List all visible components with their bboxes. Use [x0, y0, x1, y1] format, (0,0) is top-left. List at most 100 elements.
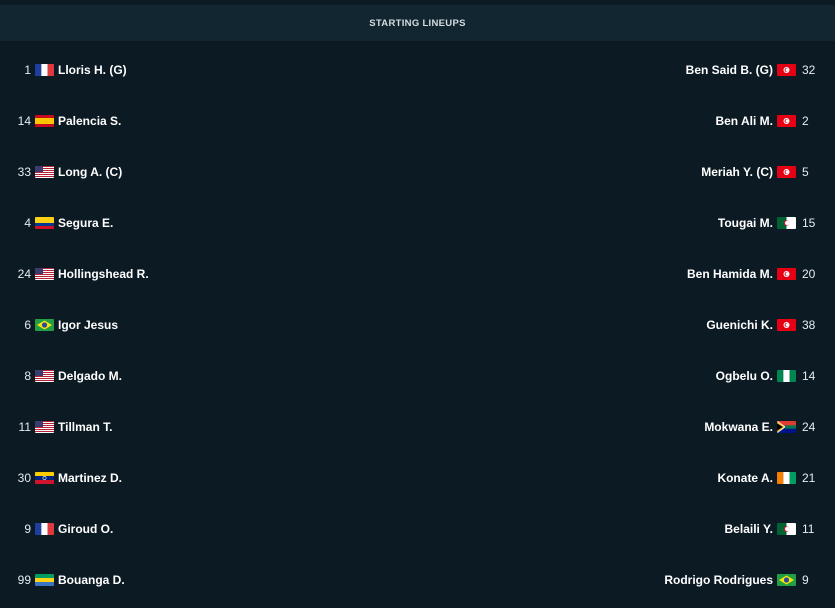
away-player[interactable]: Meriah Y. (C) 5	[701, 165, 835, 179]
home-player[interactable]: 33 Long A. (C)	[0, 165, 122, 179]
player-number: 1	[0, 63, 31, 77]
away-player[interactable]: Ben Hamida M. 20	[687, 267, 835, 281]
player-name: Martinez D.	[58, 471, 122, 485]
lineup-row: 4 Segura E. Tougai M. 15	[0, 197, 835, 248]
player-number: 20	[802, 267, 816, 281]
player-name: Palencia S.	[58, 114, 121, 128]
player-name: Bouanga D.	[58, 573, 125, 587]
lineup-rows: 1 Lloris H. (G) Ben Said B. (G) 32 14 Pa…	[0, 44, 835, 605]
player-name: Igor Jesus	[58, 318, 118, 332]
nigeria-flag-icon	[777, 370, 796, 382]
lineup-row: 33 Long A. (C) Meriah Y. (C) 5	[0, 146, 835, 197]
lineup-row: 99 Bouanga D. Rodrigo Rodrigues 9	[0, 554, 835, 605]
tunisia-flag-icon	[777, 115, 796, 127]
home-player[interactable]: 1 Lloris H. (G)	[0, 63, 127, 77]
starting-lineups-panel: STARTING LINEUPS 1 Lloris H. (G) Ben Sai…	[0, 5, 835, 608]
home-player[interactable]: 30 Martinez D.	[0, 471, 122, 485]
player-number: 9	[0, 522, 31, 536]
lineup-row: 6 Igor Jesus Guenichi K. 38	[0, 299, 835, 350]
lineup-row: 30 Martinez D. Konate A. 21	[0, 452, 835, 503]
away-player[interactable]: Konate A. 21	[717, 471, 835, 485]
away-player[interactable]: Mokwana E. 24	[704, 420, 835, 434]
spain-flag-icon	[35, 115, 54, 127]
lineup-row: 9 Giroud O. Belaili Y. 11	[0, 503, 835, 554]
player-name: Hollingshead R.	[58, 267, 149, 281]
away-player[interactable]: Ogbelu O. 14	[716, 369, 835, 383]
algeria-flag-icon	[777, 217, 796, 229]
home-player[interactable]: 14 Palencia S.	[0, 114, 121, 128]
home-player[interactable]: 99 Bouanga D.	[0, 573, 125, 587]
player-name: Tougai M.	[718, 216, 773, 230]
player-number: 30	[0, 471, 31, 485]
brazil-flag-icon	[777, 574, 796, 586]
player-number: 9	[802, 573, 816, 587]
usa-flag-icon	[35, 421, 54, 433]
player-number: 33	[0, 165, 31, 179]
player-name: Ben Hamida M.	[687, 267, 773, 281]
lineup-row: 24 Hollingshead R. Ben Hamida M. 20	[0, 248, 835, 299]
away-player[interactable]: Belaili Y. 11	[725, 522, 835, 536]
home-player[interactable]: 4 Segura E.	[0, 216, 113, 230]
algeria-flag-icon	[777, 523, 796, 535]
home-player[interactable]: 6 Igor Jesus	[0, 318, 118, 332]
south-africa-flag-icon	[777, 421, 796, 433]
player-name: Meriah Y. (C)	[701, 165, 773, 179]
player-name: Konate A.	[717, 471, 773, 485]
player-number: 32	[802, 63, 816, 77]
player-number: 4	[0, 216, 31, 230]
home-player[interactable]: 8 Delgado M.	[0, 369, 122, 383]
away-player[interactable]: Ben Said B. (G) 32	[686, 63, 835, 77]
away-player[interactable]: Ben Ali M. 2	[715, 114, 835, 128]
player-name: Ben Ali M.	[715, 114, 773, 128]
tunisia-flag-icon	[777, 64, 796, 76]
colombia-flag-icon	[35, 217, 54, 229]
away-player[interactable]: Guenichi K. 38	[706, 318, 835, 332]
away-player[interactable]: Tougai M. 15	[718, 216, 835, 230]
player-number: 8	[0, 369, 31, 383]
home-player[interactable]: 24 Hollingshead R.	[0, 267, 149, 281]
ivory-coast-flag-icon	[777, 472, 796, 484]
player-number: 14	[0, 114, 31, 128]
lineup-row: 1 Lloris H. (G) Ben Said B. (G) 32	[0, 44, 835, 95]
player-name: Ben Said B. (G)	[686, 63, 773, 77]
player-number: 11	[802, 522, 816, 536]
section-header: STARTING LINEUPS	[0, 5, 835, 41]
section-title: STARTING LINEUPS	[369, 18, 465, 29]
player-name: Rodrigo Rodrigues	[664, 573, 773, 587]
player-name: Guenichi K.	[706, 318, 773, 332]
player-name: Tillman T.	[58, 420, 112, 434]
player-number: 14	[802, 369, 816, 383]
player-number: 24	[802, 420, 816, 434]
tunisia-flag-icon	[777, 268, 796, 280]
lineup-row: 8 Delgado M. Ogbelu O. 14	[0, 350, 835, 401]
lineup-row: 14 Palencia S. Ben Ali M. 2	[0, 95, 835, 146]
away-player[interactable]: Rodrigo Rodrigues 9	[664, 573, 835, 587]
player-name: Segura E.	[58, 216, 113, 230]
player-name: Mokwana E.	[704, 420, 773, 434]
player-number: 99	[0, 573, 31, 587]
player-name: Belaili Y.	[725, 522, 773, 536]
player-number: 21	[802, 471, 816, 485]
player-number: 5	[802, 165, 816, 179]
home-player[interactable]: 9 Giroud O.	[0, 522, 113, 536]
home-player[interactable]: 11 Tillman T.	[0, 420, 112, 434]
venezuela-flag-icon	[35, 472, 54, 484]
usa-flag-icon	[35, 268, 54, 280]
player-name: Long A. (C)	[58, 165, 122, 179]
player-name: Ogbelu O.	[716, 369, 773, 383]
gabon-flag-icon	[35, 574, 54, 586]
player-number: 15	[802, 216, 816, 230]
usa-flag-icon	[35, 166, 54, 178]
player-name: Delgado M.	[58, 369, 122, 383]
player-name: Giroud O.	[58, 522, 113, 536]
lineup-row: 11 Tillman T. Mokwana E. 24	[0, 401, 835, 452]
brazil-flag-icon	[35, 319, 54, 331]
player-number: 38	[802, 318, 816, 332]
tunisia-flag-icon	[777, 166, 796, 178]
player-number: 24	[0, 267, 31, 281]
player-number: 11	[0, 420, 31, 434]
usa-flag-icon	[35, 370, 54, 382]
tunisia-flag-icon	[777, 319, 796, 331]
player-number: 2	[802, 114, 816, 128]
player-name: Lloris H. (G)	[58, 63, 127, 77]
